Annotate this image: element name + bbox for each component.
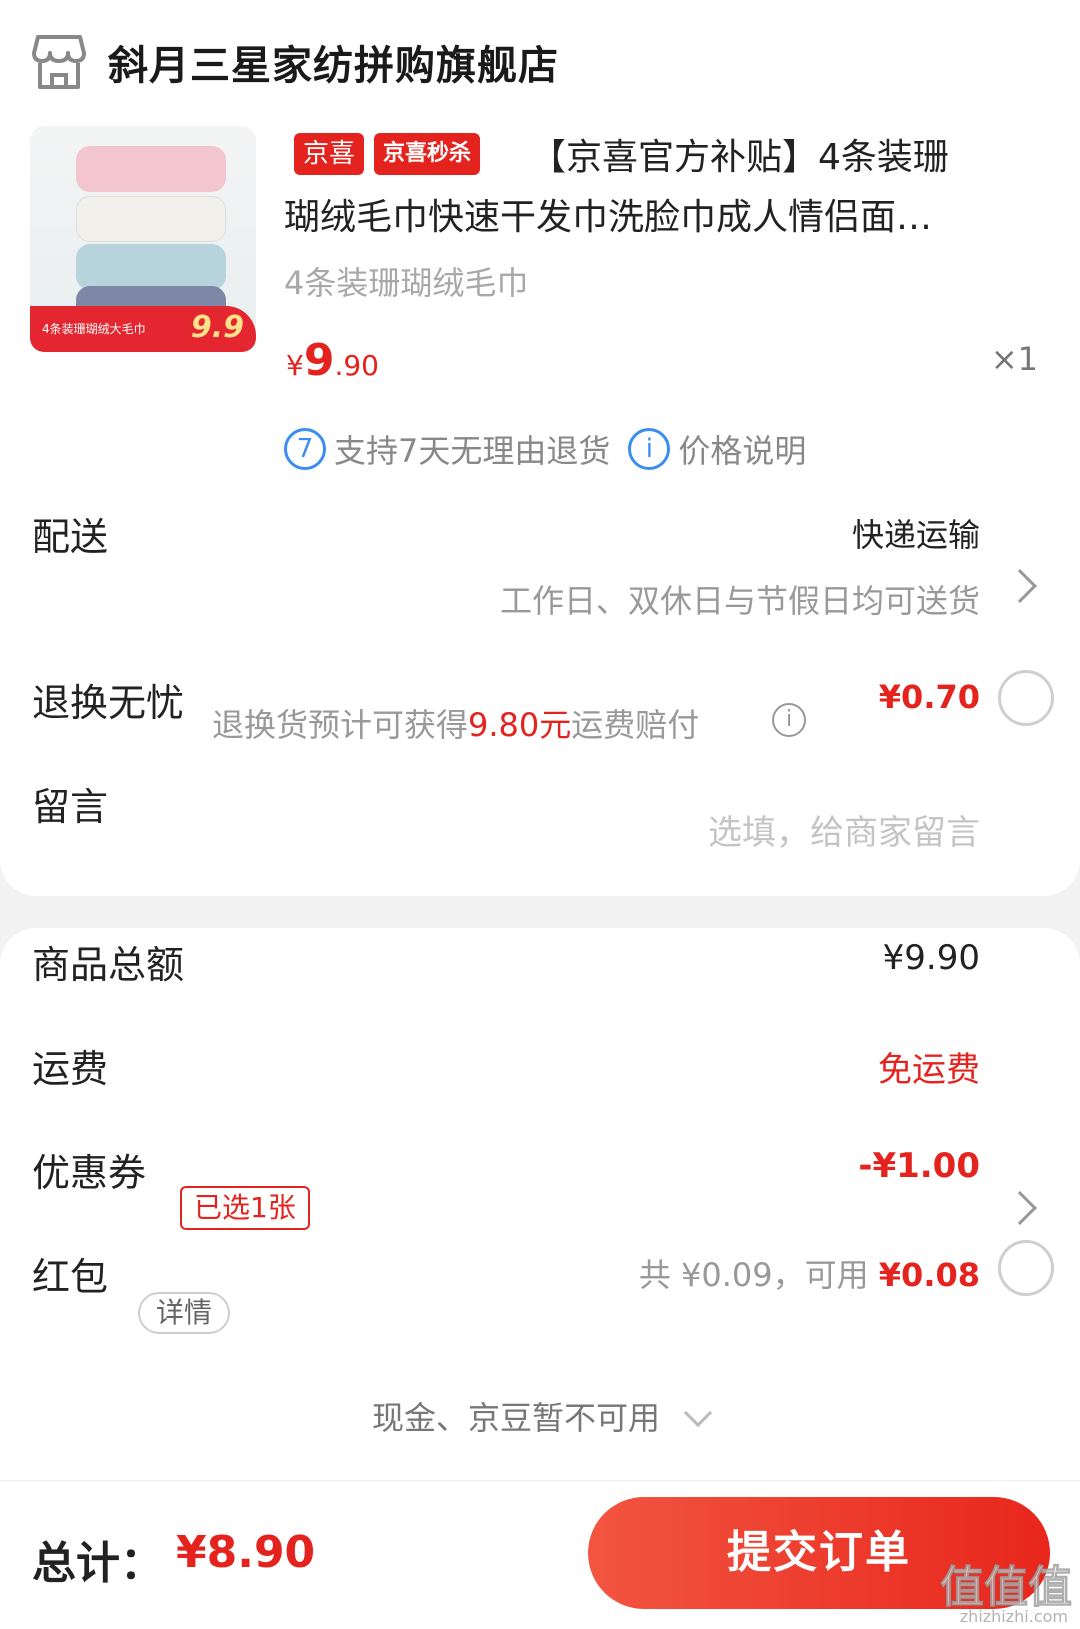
total-value: ¥8.90	[176, 1527, 316, 1578]
thumbnail-price: 9.9	[190, 310, 244, 345]
thumbnail-banner-text: 4条装珊瑚绒大毛巾	[42, 322, 146, 336]
return-worry-amount: 9.80元	[468, 706, 572, 744]
message-input[interactable]: 选填，给商家留言	[708, 805, 980, 854]
towel-blue-image	[76, 244, 226, 290]
store-header[interactable]: 斜月三星家纺拼购旗舰店	[32, 30, 559, 94]
price-symbol: ¥	[286, 349, 304, 382]
goods-total-label: 商品总额	[32, 943, 185, 987]
chevron-right-icon[interactable]	[1003, 569, 1037, 603]
product-tags: 京喜 京喜秒杀	[294, 133, 490, 175]
towel-pink-image	[76, 146, 226, 192]
return-worry-desc-suffix: 运费赔付	[571, 706, 700, 744]
cash-beans-note[interactable]: 现金、京豆暂不可用	[0, 1393, 1080, 1439]
delivery-method[interactable]: 快递运输	[852, 510, 980, 556]
redpacket-total: 共 ¥0.09，可用	[638, 1256, 869, 1294]
tag-jingxi-flash-sale: 京喜秒杀	[374, 133, 481, 175]
order-item-card: 斜月三星家纺拼购旗舰店 4条装珊瑚绒大毛巾 9.9 京喜 京喜秒杀 【京喜官方补…	[0, 0, 1080, 896]
return-worry-label: 退换无忧	[32, 681, 185, 725]
return-worry-price: ¥0.70	[878, 678, 980, 716]
product-quantity: ×1	[990, 340, 1038, 378]
towel-white-image	[76, 196, 226, 242]
coupon-value[interactable]: -¥1.00	[858, 1146, 980, 1186]
redpacket-label: 红包	[32, 1255, 109, 1299]
redpacket-detail-button[interactable]: 详情	[138, 1292, 231, 1334]
coupon-label: 优惠券	[32, 1151, 147, 1195]
return-worry-desc-prefix: 退换货预计可获得	[212, 706, 469, 744]
return-worry-desc: 退换货预计可获得9.80元运费赔付	[212, 700, 699, 746]
coupon-selected-badge: 已选1张	[180, 1186, 310, 1230]
price-decimal: .90	[334, 349, 379, 382]
tag-jingxi: 京喜	[294, 133, 365, 175]
price-integer: 9	[303, 335, 335, 386]
store-name: 斜月三星家纺拼购旗舰店	[108, 43, 559, 89]
checkout-bar: 总计： ¥8.90 提交订单 值值值 zhizhizhi.com	[0, 1480, 1080, 1629]
cash-beans-text: 现金、京豆暂不可用	[371, 1399, 660, 1437]
product-price: ¥9.90	[286, 335, 379, 386]
return-worry-radio[interactable]	[998, 670, 1054, 726]
shipping-value: 免运费	[878, 1050, 980, 1090]
redpacket-info: 共 ¥0.09，可用 ¥0.08	[639, 1250, 980, 1296]
service-row: 7 支持7天无理由退货 i 价格说明	[284, 426, 806, 472]
product-thumbnail[interactable]: 4条装珊瑚绒大毛巾 9.9	[30, 126, 256, 352]
return-7day-icon: 7	[284, 428, 326, 470]
store-icon	[32, 35, 86, 89]
redpacket-available: ¥0.08	[878, 1256, 980, 1294]
return-policy-text[interactable]: 支持7天无理由退货	[334, 426, 610, 472]
watermark-url: zhizhizhi.com	[959, 1607, 1068, 1626]
goods-total-value: ¥9.90	[882, 938, 980, 978]
redpacket-radio[interactable]	[998, 1240, 1054, 1296]
watermark-logo: 值值值	[940, 1562, 1073, 1614]
message-label: 留言	[32, 785, 109, 829]
chevron-down-icon	[683, 1398, 713, 1428]
delivery-note: 工作日、双休日与节假日均可送货	[499, 582, 980, 620]
delivery-label: 配送	[32, 515, 109, 559]
info-icon: i	[628, 428, 671, 470]
product-title-line2[interactable]: 瑚绒毛巾快速干发巾洗脸巾成人情侣面…	[284, 188, 1028, 240]
price-explanation-link[interactable]: 价格说明	[678, 426, 806, 472]
info-icon[interactable]: i	[772, 703, 806, 737]
product-spec: 4条装珊瑚绒毛巾	[284, 264, 529, 302]
product-title-line1[interactable]: 【京喜官方补贴】4条装珊	[530, 128, 949, 180]
total-label: 总计：	[32, 1538, 164, 1589]
shipping-label: 运费	[32, 1047, 109, 1091]
thumbnail-banner: 4条装珊瑚绒大毛巾 9.9	[30, 306, 256, 352]
